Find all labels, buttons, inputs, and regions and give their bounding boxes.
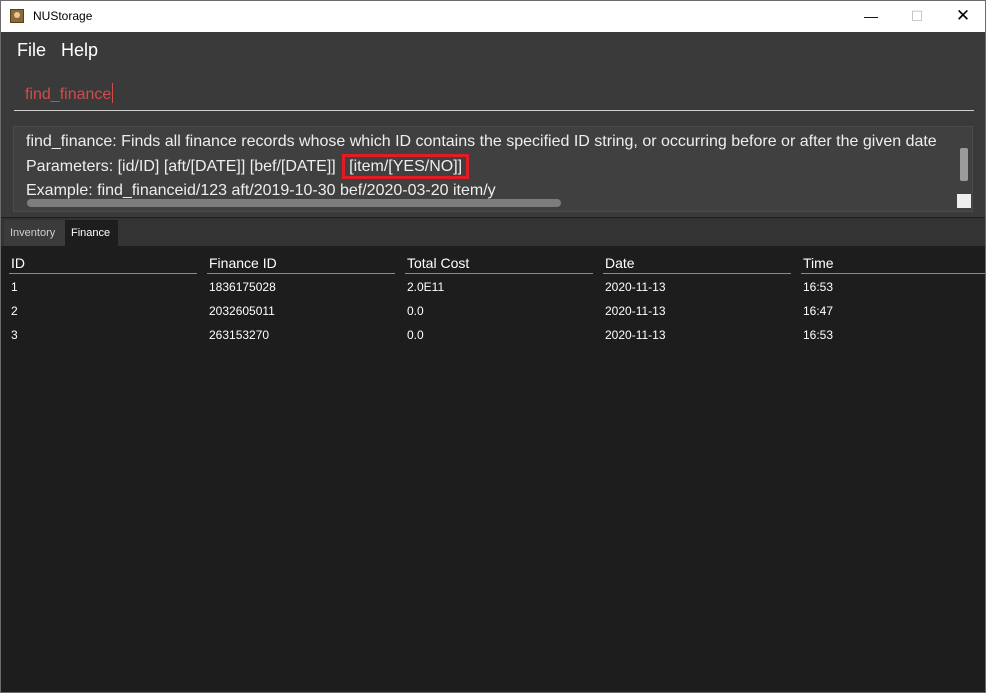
result-line-parameters: Parameters: [id/ID] [aft/[DATE]] [bef/[D… bbox=[26, 154, 470, 179]
menu-file[interactable]: File bbox=[17, 40, 46, 61]
table-cell[interactable]: 0.0 bbox=[407, 304, 424, 318]
result-panel: find_finance: Finds all finance records … bbox=[1, 120, 985, 217]
column-header-date[interactable]: Date bbox=[605, 255, 635, 271]
table-cell[interactable]: 2 bbox=[11, 304, 18, 318]
text-caret bbox=[112, 83, 114, 103]
maximize-button[interactable]: ☐ bbox=[894, 1, 940, 32]
horizontal-scroll-thumb[interactable] bbox=[27, 199, 561, 207]
result-line-description: find_finance: Finds all finance records … bbox=[26, 133, 937, 150]
scroll-corner bbox=[957, 194, 971, 208]
tab-bar: Inventory Finance bbox=[1, 218, 985, 246]
minimize-button[interactable]: — bbox=[848, 1, 894, 32]
highlighted-parameter: [item/[YES/NO]] bbox=[342, 154, 470, 179]
command-box: find_finance bbox=[1, 68, 985, 120]
app-window: NUStorage — ☐ ✕ File Help find_finance f… bbox=[0, 0, 986, 693]
column-header-finance-id[interactable]: Finance ID bbox=[209, 255, 277, 271]
parameters-text: Parameters: [id/ID] [aft/[DATE]] [bef/[D… bbox=[26, 158, 336, 175]
table-cell[interactable]: 2020-11-13 bbox=[605, 280, 666, 294]
result-line-example: Example: find_financeid/123 aft/2019-10-… bbox=[26, 182, 496, 199]
table-cell[interactable]: 3 bbox=[11, 328, 18, 342]
menu-help[interactable]: Help bbox=[61, 40, 98, 61]
command-input[interactable]: find_finance bbox=[25, 83, 114, 104]
table-cell[interactable]: 16:47 bbox=[803, 304, 833, 318]
vertical-scroll-thumb[interactable] bbox=[960, 148, 968, 181]
column-divider bbox=[207, 273, 395, 274]
tab-finance[interactable]: Finance bbox=[65, 220, 118, 246]
table-cell[interactable]: 16:53 bbox=[803, 328, 833, 342]
window-title: NUStorage bbox=[33, 9, 93, 23]
column-divider bbox=[603, 273, 791, 274]
column-header-id[interactable]: ID bbox=[11, 255, 25, 271]
finance-table: ID Finance ID Total Cost Date Time 1 183… bbox=[1, 246, 985, 692]
tab-inventory[interactable]: Inventory bbox=[4, 220, 65, 246]
table-cell[interactable]: 0.0 bbox=[407, 328, 424, 342]
table-cell[interactable]: 263153270 bbox=[209, 328, 269, 342]
column-divider bbox=[801, 273, 985, 274]
table-cell[interactable]: 16:53 bbox=[803, 280, 833, 294]
table-cell[interactable]: 2020-11-13 bbox=[605, 304, 666, 318]
menu-bar: File Help bbox=[1, 32, 985, 68]
column-divider bbox=[405, 273, 593, 274]
table-cell[interactable]: 2020-11-13 bbox=[605, 328, 666, 342]
table-cell[interactable]: 1836175028 bbox=[209, 280, 276, 294]
app-icon bbox=[10, 9, 24, 23]
result-display: find_finance: Finds all finance records … bbox=[13, 126, 973, 212]
table-cell[interactable]: 2.0E11 bbox=[407, 280, 444, 294]
command-text: find_finance bbox=[25, 86, 112, 103]
column-header-time[interactable]: Time bbox=[803, 255, 834, 271]
close-button[interactable]: ✕ bbox=[940, 1, 985, 32]
title-bar: NUStorage — ☐ ✕ bbox=[1, 1, 985, 32]
table-cell[interactable]: 1 bbox=[11, 280, 18, 294]
command-underline bbox=[14, 110, 974, 111]
column-divider bbox=[9, 273, 197, 274]
column-header-total-cost[interactable]: Total Cost bbox=[407, 255, 469, 271]
table-cell[interactable]: 2032605011 bbox=[209, 304, 275, 318]
